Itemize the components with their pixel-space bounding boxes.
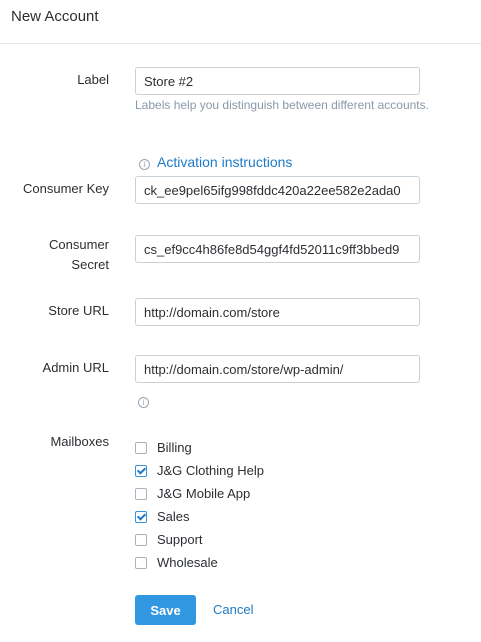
admin-url-input[interactable] [135,355,420,383]
label-help-text: Labels help you distinguish between diff… [135,98,429,112]
mailbox-checkbox-support[interactable] [135,533,147,546]
mailbox-checkbox-billing[interactable] [135,441,147,454]
mailbox-label: Billing [157,440,192,455]
store-url-input[interactable] [135,298,420,326]
admin-url-info-icon[interactable]: i [138,397,149,408]
dialog-header: New Account [0,0,481,44]
consumer-secret-input[interactable] [135,235,420,263]
mailbox-item-jg-clothing-help[interactable]: J&G Clothing Help [135,459,264,482]
info-icon: i [139,159,150,170]
mailbox-label: J&G Clothing Help [157,463,264,478]
activation-instructions-link[interactable]: Activation instructions [157,154,292,170]
mailbox-label: J&G Mobile App [157,486,251,501]
mailbox-item-wholesale[interactable]: Wholesale [135,551,264,574]
cancel-link[interactable]: Cancel [213,602,253,617]
mailbox-item-sales[interactable]: Sales [135,505,264,528]
mailbox-checkbox-wholesale[interactable] [135,556,147,569]
store-url-label: Store URL [48,303,109,318]
mailboxes-label: Mailboxes [50,434,109,449]
mailbox-label: Support [157,532,203,547]
label-field-label: Label [77,72,109,87]
consumer-key-input[interactable] [135,176,420,204]
label-input[interactable] [135,67,420,95]
save-button[interactable]: Save [135,595,196,625]
mailbox-checkbox-jg-clothing-help[interactable] [135,464,147,477]
admin-url-label: Admin URL [42,360,109,375]
mailbox-item-billing[interactable]: Billing [135,436,264,459]
mailbox-label: Wholesale [157,555,218,570]
consumer-secret-label-line2: Secret [71,257,109,272]
mailbox-checkbox-jg-mobile-app[interactable] [135,487,147,500]
consumer-key-label: Consumer Key [23,181,109,196]
page-title: New Account [11,8,99,25]
mailbox-label: Sales [157,509,190,524]
consumer-secret-label-line1: Consumer [49,237,109,252]
mailbox-item-jg-mobile-app[interactable]: J&G Mobile App [135,482,264,505]
mailboxes-list: Billing J&G Clothing Help J&G Mobile App… [135,436,264,574]
mailbox-item-support[interactable]: Support [135,528,264,551]
consumer-secret-label: Consumer Secret [9,235,109,275]
mailbox-checkbox-sales[interactable] [135,510,147,523]
